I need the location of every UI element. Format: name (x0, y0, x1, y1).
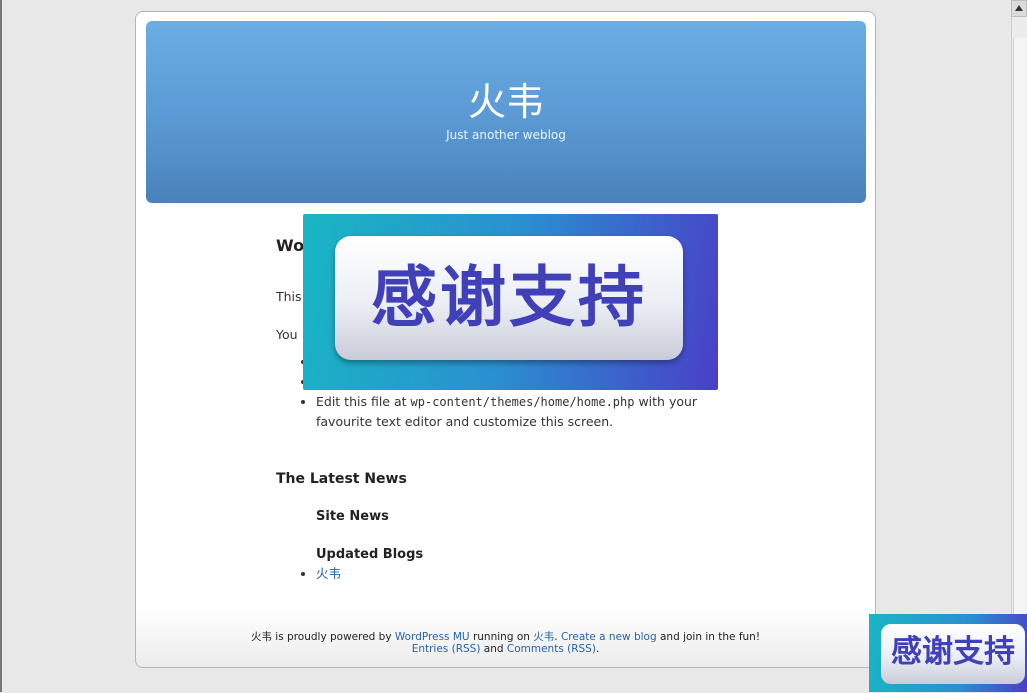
site-news-heading: Site News (316, 509, 389, 524)
site-footer: 火韦 is proudly powered by WordPress MU ru… (136, 631, 875, 655)
blog-link[interactable]: 火韦 (316, 566, 341, 581)
entries-rss-link[interactable]: Entries (RSS) (412, 643, 481, 655)
scroll-up-arrow-icon[interactable] (1011, 0, 1027, 17)
file-path: wp-content/themes/home/home.php (410, 395, 635, 409)
list-item: 火韦 (316, 564, 341, 584)
footer-site-name: 火韦 (250, 631, 272, 643)
thanks-corner-button[interactable]: 感谢支持 (881, 624, 1025, 684)
footer-text: is proudly powered by (271, 631, 395, 643)
thanks-corner-text: 感谢支持 (891, 634, 1015, 670)
site-title[interactable]: 火韦 (146, 71, 866, 126)
site-description: Just another weblog (446, 128, 566, 142)
window-border (0, 0, 2, 692)
updated-blogs-heading: Updated Blogs (316, 547, 424, 562)
thanks-banner-button[interactable]: 感谢支持 (335, 236, 683, 360)
updated-blogs-list: 火韦 (276, 564, 341, 584)
wordpress-mu-link[interactable]: WordPress MU (395, 631, 470, 643)
host-site-link[interactable]: 火韦 (533, 631, 554, 643)
list-item: Edit this file at wp-content/themes/home… (316, 392, 746, 432)
post-paragraph: You (276, 327, 298, 342)
footer-text: . (595, 643, 600, 655)
site-header: 火韦 Just another weblog (146, 21, 866, 203)
footer-line-2: Entries (RSS) and Comments (RSS). (136, 643, 875, 655)
footer-text: and (480, 643, 507, 655)
footer-text: and join in the fun! (656, 631, 761, 643)
footer-text: . (554, 631, 561, 643)
create-blog-link[interactable]: Create a new blog (561, 631, 657, 643)
thanks-corner-overlay[interactable]: 感谢支持 (869, 614, 1027, 692)
post-title: Wo (276, 236, 305, 255)
edit-instruction-prefix: Edit this file at (316, 394, 411, 409)
scrollbar-thumb[interactable] (1013, 38, 1026, 693)
comments-rss-link[interactable]: Comments (RSS) (507, 643, 596, 655)
thanks-banner-text: 感谢支持 (371, 259, 647, 336)
post-paragraph: This (276, 289, 302, 304)
footer-text: running on (469, 631, 534, 643)
latest-news-heading: The Latest News (276, 471, 407, 487)
thanks-banner-overlay[interactable]: 感谢支持 (303, 214, 718, 390)
footer-line-1: 火韦 is proudly powered by WordPress MU ru… (136, 631, 875, 643)
